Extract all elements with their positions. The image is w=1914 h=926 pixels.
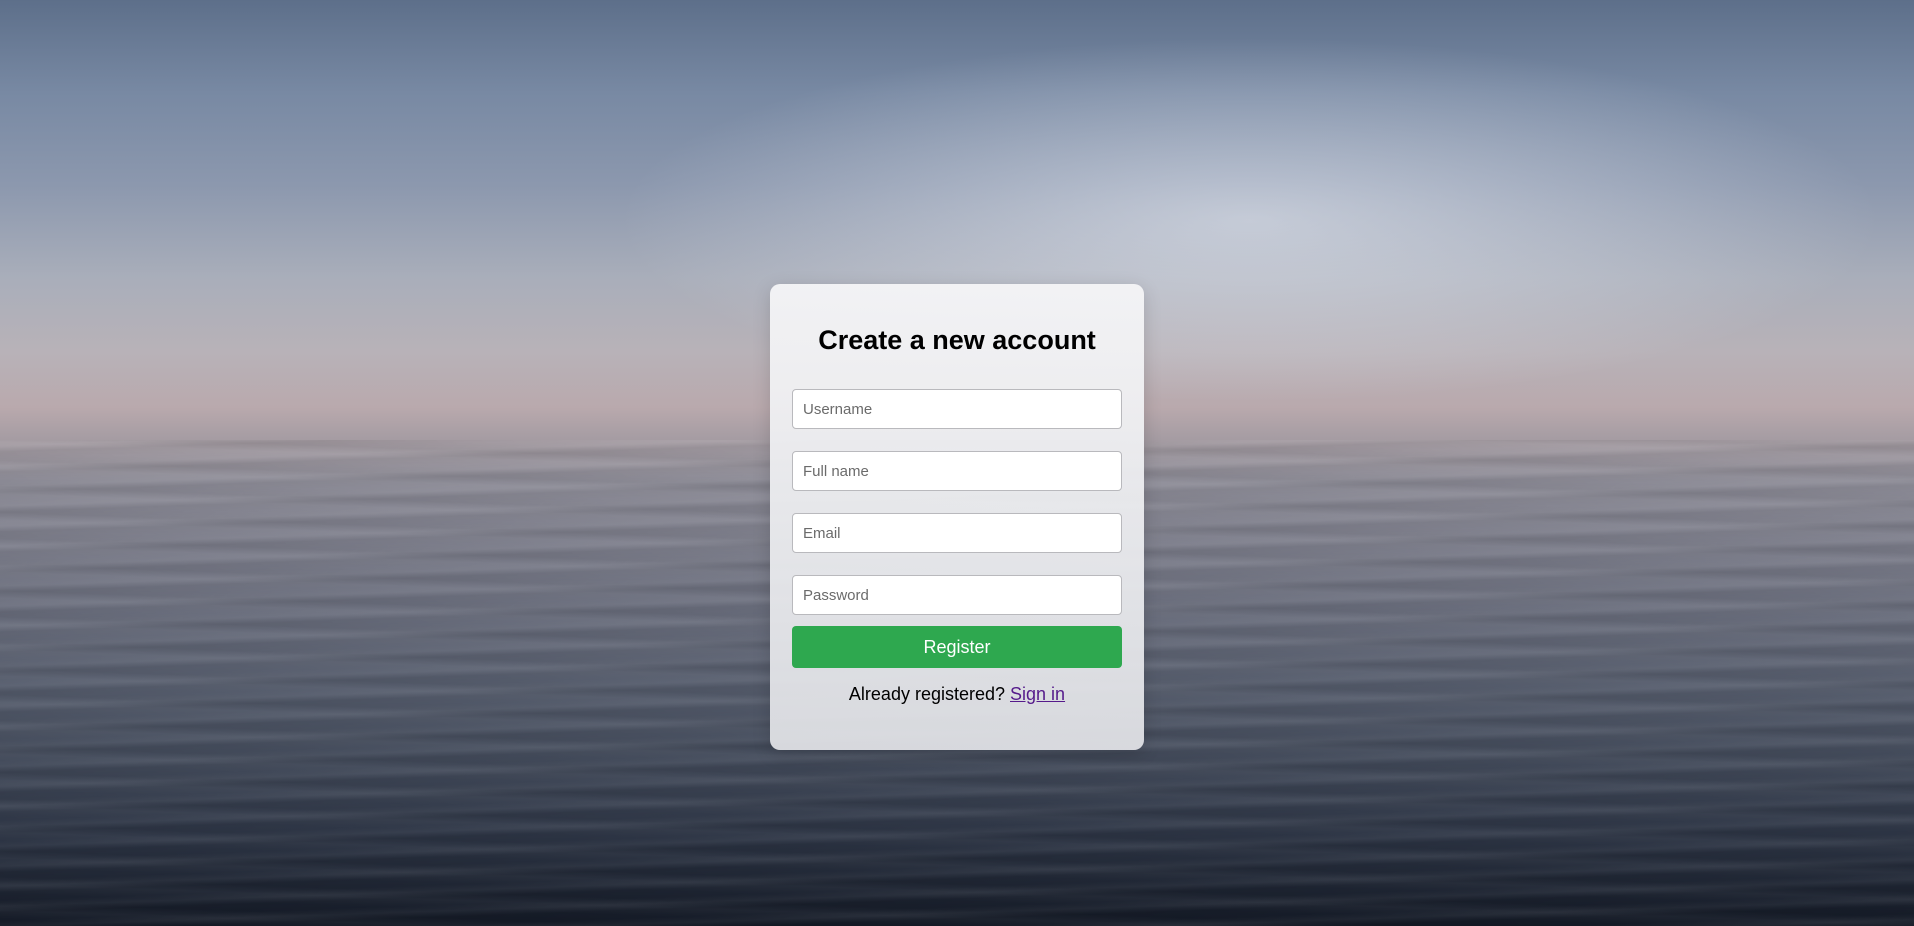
already-registered-text: Already registered?: [848, 684, 1011, 704]
fullname-input[interactable]: [792, 451, 1122, 491]
password-input[interactable]: [792, 575, 1122, 615]
signin-prompt: Already registered? Sign in: [792, 684, 1122, 705]
form-title: Create a new account: [818, 325, 1096, 355]
username-input[interactable]: [792, 389, 1122, 429]
registration-card: Create a new account Register Already re…: [770, 284, 1144, 750]
email-input[interactable]: [792, 513, 1122, 553]
sign-in-link[interactable]: Sign in: [1010, 684, 1065, 704]
register-button[interactable]: Register: [792, 626, 1122, 668]
